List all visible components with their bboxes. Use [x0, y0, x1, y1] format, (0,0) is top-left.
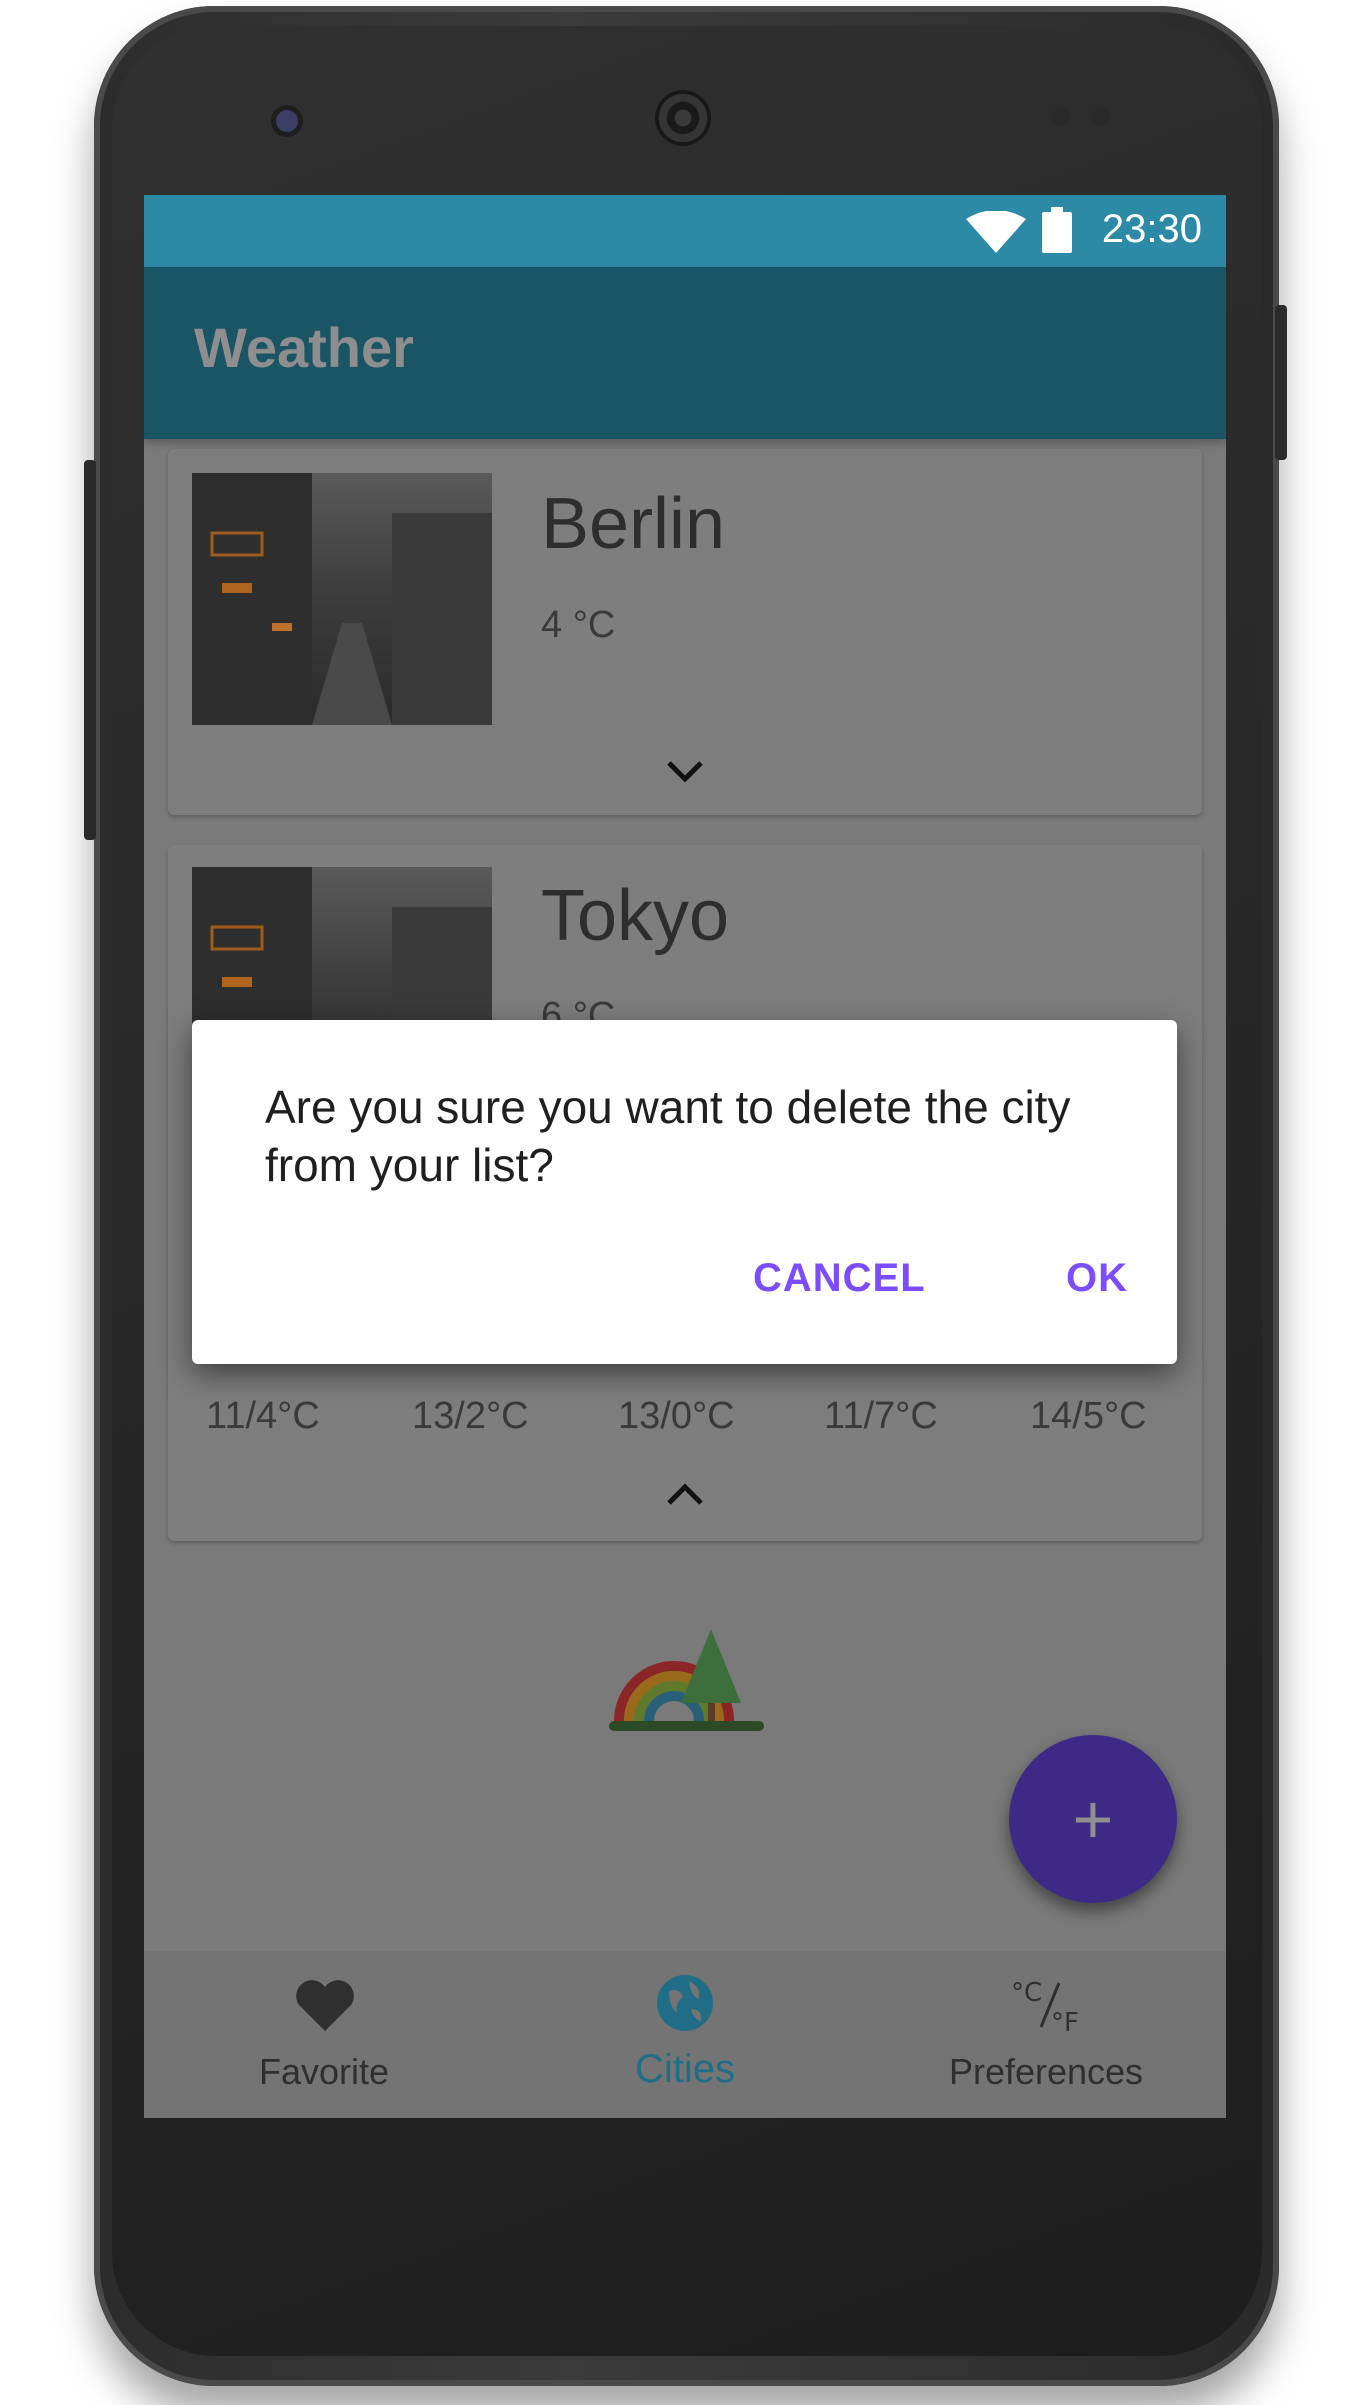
- city-name: Berlin: [541, 484, 726, 564]
- city-card-berlin[interactable]: Berlin 4 °C: [168, 449, 1202, 815]
- heart-icon: [294, 1977, 356, 2038]
- chevron-up-icon[interactable]: [665, 1481, 705, 1512]
- globe-icon: [655, 1973, 715, 2038]
- bottom-navigation: Favorite Cities °C °F Preferences: [144, 1951, 1226, 2118]
- nav-item-favorite[interactable]: Favorite: [144, 1951, 504, 2118]
- dialog-message: Are you sure you want to delete the city…: [265, 1081, 1071, 1191]
- app-title: Weather: [194, 316, 414, 379]
- nav-label: Cities: [634, 2047, 736, 2091]
- light-sensor: [1092, 108, 1110, 126]
- forecast-day: 13/2°C: [412, 1395, 529, 1437]
- nav-label: Preferences: [948, 2051, 1144, 2092]
- forecast-day: 11/4°C: [206, 1395, 320, 1437]
- front-sensor: [276, 110, 298, 132]
- forecast-row: 11/4°C 13/2°C 13/0°C 11/7°C 14/5°C: [168, 1395, 1202, 1455]
- svg-text:°C: °C: [1011, 1978, 1042, 2008]
- ok-button[interactable]: OK: [1066, 1256, 1128, 1301]
- svg-text:°F: °F: [1051, 2008, 1079, 2033]
- earpiece-speaker: [655, 90, 711, 146]
- rainbow-tree-illustration: [609, 1625, 764, 1740]
- screen: 23:30 Weather Berlin 4 °C Tokyo 6 °C 11/…: [144, 195, 1226, 2118]
- nav-item-preferences[interactable]: °C °F Preferences: [866, 1951, 1226, 2118]
- nav-item-cities[interactable]: Cities: [504, 1951, 866, 2118]
- add-icon: +: [1072, 1780, 1114, 1858]
- chevron-down-icon[interactable]: [665, 759, 705, 790]
- forecast-day: 14/5°C: [1030, 1395, 1147, 1437]
- forecast-day: 11/7°C: [824, 1395, 938, 1437]
- cancel-button[interactable]: CANCEL: [753, 1256, 926, 1301]
- city-photo: [192, 473, 492, 725]
- status-time: 23:30: [1101, 207, 1202, 251]
- forecast-day: 13/0°C: [618, 1395, 735, 1437]
- city-name: Tokyo: [541, 876, 730, 956]
- city-temperature: 4 °C: [541, 604, 616, 646]
- add-city-button[interactable]: +: [1009, 1735, 1177, 1903]
- status-bar: 23:30: [144, 195, 1226, 267]
- celsius-fahrenheit-icon: °C °F: [1011, 1975, 1083, 2038]
- delete-city-dialog: Are you sure you want to delete the city…: [192, 1020, 1177, 1364]
- nav-label: Favorite: [258, 2051, 390, 2092]
- proximity-sensor: [1052, 108, 1070, 126]
- app-bar: Weather: [144, 267, 1226, 439]
- power-button: [1275, 305, 1287, 460]
- wifi-icon: [966, 210, 1026, 258]
- volume-button: [84, 460, 96, 840]
- battery-icon: [1042, 207, 1072, 258]
